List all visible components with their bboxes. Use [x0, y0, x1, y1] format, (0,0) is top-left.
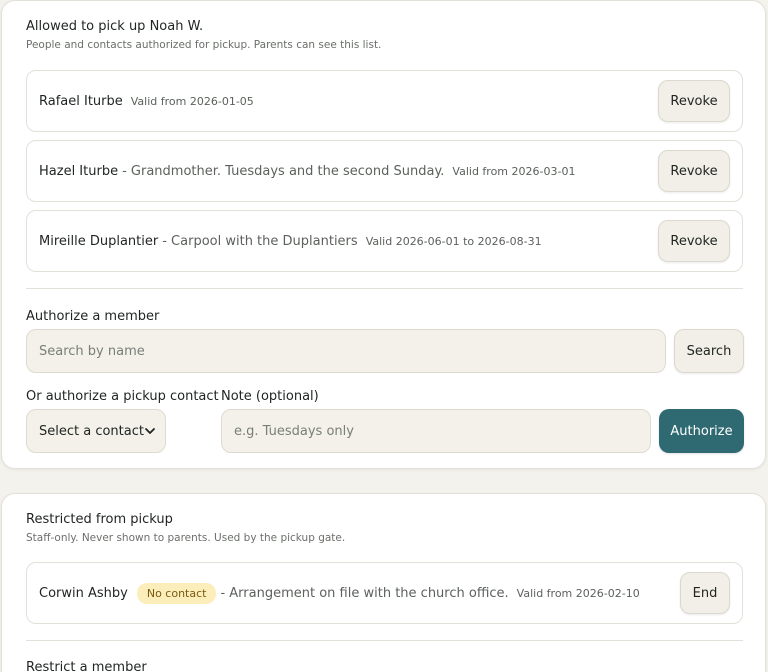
restrict-member-label: Restrict a member — [26, 660, 147, 672]
pickup-authorization-page: Allowed to pick up Noah W. People and co… — [0, 0, 768, 672]
end-button[interactable]: End — [680, 572, 730, 614]
restricted-subtitle: Staff-only. Never shown to parents. Used… — [26, 532, 346, 544]
section-divider — [26, 288, 743, 289]
search-button[interactable]: Search — [674, 329, 744, 373]
validity-text: Valid from 2026-03-01 — [452, 164, 576, 178]
contact-select[interactable]: Select a contact — [26, 409, 166, 453]
allowed-subtitle: People and contacts authorized for picku… — [26, 39, 382, 51]
restricted-pickup-card: Restricted from pickup Staff-only. Never… — [1, 493, 766, 672]
restricted-title: Restricted from pickup — [26, 512, 173, 527]
revoke-button[interactable]: Revoke — [658, 150, 730, 192]
authorize-button[interactable]: Authorize — [659, 409, 744, 453]
section-divider — [26, 640, 743, 641]
authorize-member-label: Authorize a member — [26, 309, 160, 324]
authorize-contact-label: Or authorize a pickup contact — [26, 389, 219, 404]
restricted-row: Corwin Ashby No contact - Arrangement on… — [26, 562, 743, 624]
allowed-title: Allowed to pick up Noah W. — [26, 19, 204, 34]
validity-text: Valid from 2026-02-10 — [516, 586, 640, 600]
chevron-down-icon — [144, 425, 156, 437]
person-name: Rafael Iturbe — [39, 93, 123, 109]
note-label: Note (optional) — [221, 389, 319, 404]
allowed-row: Rafael Iturbe Valid from 2026-01-05 Revo… — [26, 70, 743, 132]
person-name: Hazel Iturbe — [39, 163, 119, 179]
allowed-pickup-card: Allowed to pick up Noah W. People and co… — [1, 0, 766, 469]
person-name: Mireille Duplantier — [39, 233, 159, 249]
status-badge: No contact — [136, 582, 217, 604]
person-note: - Arrangement on file with the church of… — [220, 585, 509, 601]
contact-select-value: Select a contact — [39, 423, 144, 439]
revoke-button[interactable]: Revoke — [658, 220, 730, 262]
validity-text: Valid from 2026-01-05 — [130, 94, 254, 108]
allowed-row: Hazel Iturbe - Grandmother. Tuesdays and… — [26, 140, 743, 202]
person-note: - Grandmother. Tuesdays and the second S… — [122, 163, 445, 179]
allowed-row: Mireille Duplantier - Carpool with the D… — [26, 210, 743, 272]
note-input[interactable] — [221, 409, 651, 453]
member-search-input[interactable] — [26, 329, 666, 373]
revoke-button[interactable]: Revoke — [658, 80, 730, 122]
validity-text: Valid 2026-06-01 to 2026-08-31 — [365, 234, 542, 248]
person-note: - Carpool with the Duplantiers — [162, 233, 358, 249]
person-name: Corwin Ashby — [39, 585, 128, 601]
